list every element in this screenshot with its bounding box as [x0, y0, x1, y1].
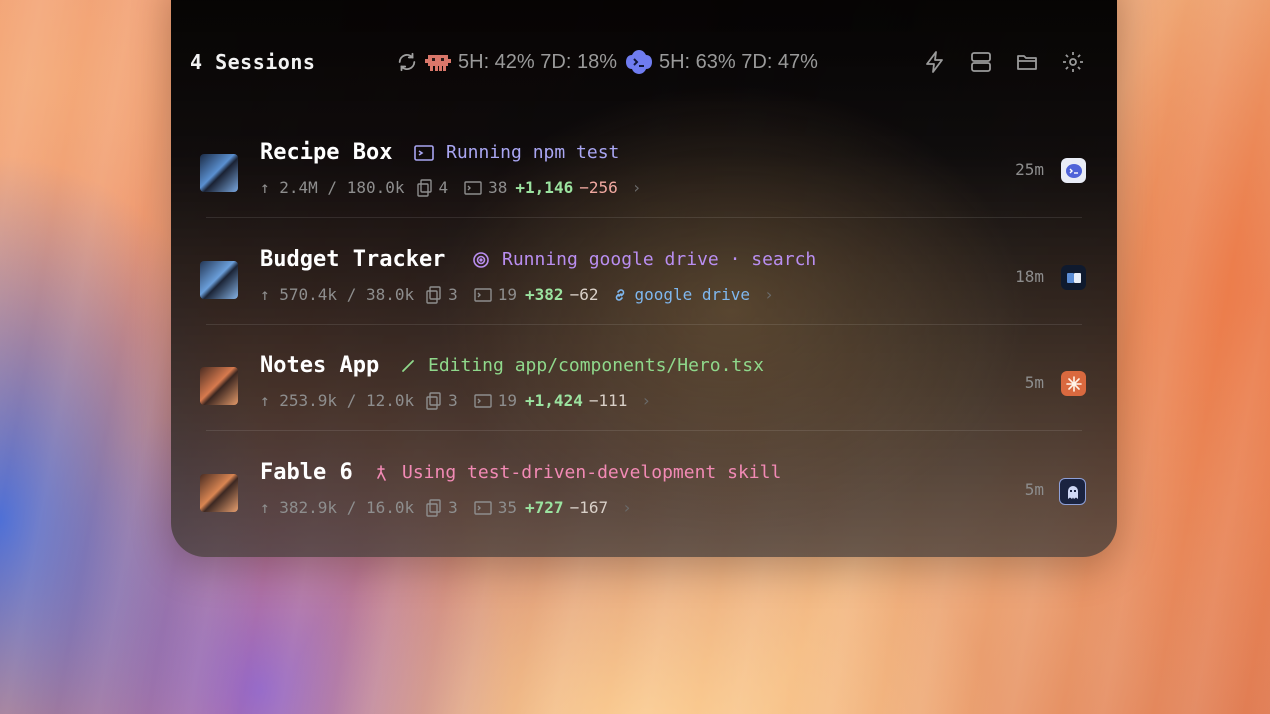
files-count: 3 [448, 285, 458, 304]
sparkle-icon [372, 464, 390, 482]
session-activity-text: Running npm test [446, 142, 620, 163]
codex-app-icon[interactable] [1061, 158, 1086, 183]
lines-added: +727 [525, 498, 564, 517]
session-name: Fable 6 [260, 460, 353, 485]
session-stats: ↑ 253.9k / 12.0k 3 19 +1,424 −111 › [260, 391, 651, 410]
terminal-count: 35 [497, 498, 518, 517]
panel-header: 4 Sessions 5H: 42% 7D: 18% 5H: 63% 7D: 4… [190, 44, 1100, 80]
sessions-count-title: 4 Sessions [190, 50, 316, 74]
lines-added: +1,146 [515, 178, 574, 197]
claude-crab-icon [424, 51, 452, 73]
elapsed-time: 5m [1024, 480, 1044, 499]
link-icon [612, 287, 628, 303]
terminal-count: 19 [497, 285, 518, 304]
files-icon [426, 285, 442, 304]
session-activity: Using test-driven-development skill [372, 462, 781, 483]
token-usage: ↑ 382.9k / 16.0k [260, 498, 415, 517]
session-name: Notes App [260, 353, 380, 378]
session-name: Recipe Box [260, 140, 393, 165]
session-activity-text: Running google drive · search [502, 249, 817, 270]
files-icon [426, 498, 442, 517]
elapsed-time: 18m [1015, 267, 1044, 286]
session-row-recipe-box[interactable]: Recipe Box Running npm test ↑ 2.4M / 180… [196, 118, 1086, 218]
session-stats: ↑ 2.4M / 180.0k 4 38 +1,146 −256 › [260, 178, 641, 197]
spiral-icon [472, 251, 490, 269]
elapsed-time: 5m [1024, 373, 1044, 392]
lines-removed: −256 [579, 178, 618, 197]
elapsed-time: 25m [1015, 160, 1044, 179]
lines-removed: −167 [569, 498, 609, 517]
terminal-count-icon [474, 500, 492, 515]
terminal-count-icon [474, 287, 492, 302]
terminal-icon [414, 144, 434, 162]
chevron-right-icon[interactable]: › [632, 178, 642, 197]
session-activity: Running google drive · search [472, 249, 816, 270]
session-row-notes-app[interactable]: Notes App Editing app/components/Hero.ts… [196, 331, 1086, 431]
refresh-icon[interactable] [396, 51, 418, 73]
toolbar [922, 49, 1100, 75]
connector-link[interactable]: google drive [634, 285, 750, 304]
session-thumbnail [200, 474, 238, 512]
folder-icon[interactable] [1014, 49, 1040, 75]
session-activity-text: Using test-driven-development skill [402, 462, 782, 483]
files-icon [416, 178, 433, 197]
chevron-right-icon[interactable]: › [641, 391, 651, 410]
terminal-count-icon [474, 393, 492, 408]
lines-removed: −111 [588, 391, 628, 410]
ghostty-app-icon[interactable] [1059, 478, 1086, 505]
cursor-app-icon[interactable] [1061, 265, 1086, 290]
files-count: 3 [448, 498, 458, 517]
claude-app-icon[interactable] [1061, 371, 1086, 396]
usage-meters: 5H: 42% 7D: 18% 5H: 63% 7D: 47% [396, 48, 826, 76]
token-usage: ↑ 253.9k / 12.0k [260, 391, 415, 410]
session-thumbnail [200, 154, 238, 192]
session-stats: ↑ 382.9k / 16.0k 3 35 +727 −167 › [260, 498, 632, 517]
session-row-budget-tracker[interactable]: Budget Tracker Running google drive · se… [196, 225, 1086, 325]
terminal-count: 38 [488, 178, 508, 197]
row-divider [206, 324, 1082, 325]
token-usage: ↑ 570.4k / 38.0k [260, 285, 415, 304]
session-activity: Editing app/components/Hero.tsx [400, 355, 764, 376]
layout-icon[interactable] [968, 49, 994, 75]
terminal-count: 19 [497, 391, 518, 410]
chevron-right-icon[interactable]: › [622, 498, 632, 517]
token-usage: ↑ 2.4M / 180.0k [260, 178, 405, 197]
session-row-fable-6[interactable]: Fable 6 Using test-driven-development sk… [196, 438, 1086, 538]
gear-icon[interactable] [1060, 49, 1086, 75]
row-divider [206, 217, 1082, 218]
row-divider [206, 430, 1082, 431]
lines-added: +382 [525, 285, 564, 304]
files-icon [426, 391, 442, 410]
codex-usage-text: 5H: 63% 7D: 47% [658, 50, 818, 73]
session-thumbnail [200, 367, 238, 405]
session-activity: Running npm test [414, 142, 619, 163]
lines-added: +1,424 [525, 391, 583, 410]
lines-removed: −62 [569, 285, 599, 304]
terminal-count-icon [464, 180, 482, 195]
chevron-right-icon[interactable]: › [764, 285, 774, 304]
claude-usage-text: 5H: 42% 7D: 18% [458, 50, 617, 73]
files-count: 4 [438, 178, 449, 197]
codex-cloud-icon [625, 48, 653, 76]
bolt-icon[interactable] [922, 49, 948, 75]
files-count: 3 [448, 391, 458, 410]
session-thumbnail [200, 261, 238, 299]
session-name: Budget Tracker [260, 247, 446, 272]
session-stats: ↑ 570.4k / 38.0k 3 19 +382 −62 google dr… [260, 285, 774, 304]
session-activity-text: Editing app/components/Hero.tsx [428, 355, 764, 376]
pencil-icon [400, 358, 416, 374]
